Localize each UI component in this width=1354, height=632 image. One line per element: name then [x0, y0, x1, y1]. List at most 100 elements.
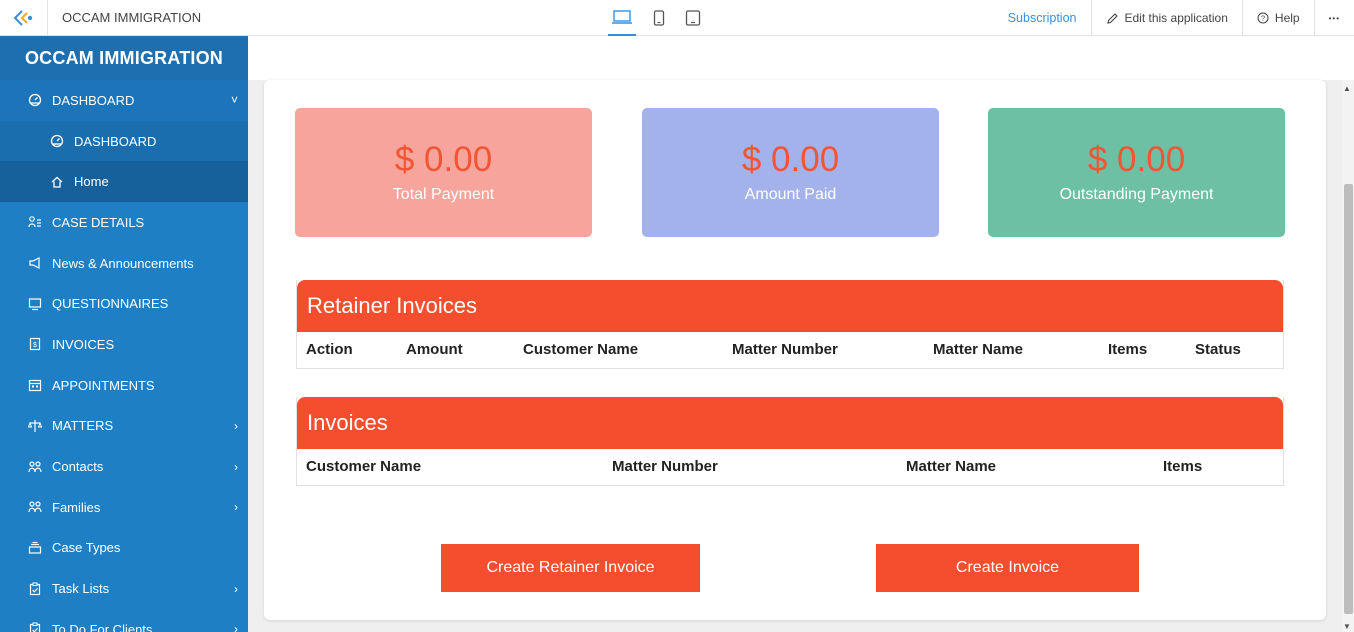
sidebar-item-matters[interactable]: MATTERS › [0, 406, 248, 447]
families-icon [26, 500, 44, 514]
phone-icon [653, 9, 665, 26]
column-header[interactable]: Customer Name [523, 341, 638, 358]
column-header[interactable]: Customer Name [306, 458, 421, 475]
chevron-right-icon: › [234, 418, 238, 433]
sidebar-item-dashboard-group[interactable]: DASHBOARD ˅ [0, 80, 248, 121]
clipboard-icon [26, 622, 44, 632]
clipboard-icon [26, 582, 44, 596]
sidebar-item-label: DASHBOARD [74, 133, 157, 149]
invoices-title: Invoices [297, 397, 1283, 449]
sidebar-item-label: Contacts [52, 459, 104, 475]
outstanding-payment-amount: $ 0.00 [1087, 140, 1186, 180]
help-icon: ? [1257, 12, 1269, 24]
tablet-icon [685, 9, 701, 26]
dashboard-icon [26, 93, 44, 107]
subscription-link[interactable]: Subscription [994, 0, 1091, 36]
help-button[interactable]: ? Help [1241, 0, 1314, 36]
column-header[interactable]: Items [1163, 458, 1202, 475]
sidebar-item-label: INVOICES [52, 336, 115, 352]
chevron-right-icon: › [234, 459, 238, 474]
case-types-icon [26, 541, 44, 555]
sidebar-item-label: CASE DETAILS [52, 214, 145, 230]
edit-application-label: Edit this application [1124, 11, 1228, 25]
sidebar-item-news[interactable]: News & Announcements [0, 243, 248, 284]
sidebar-title: OCCAM IMMIGRATION [0, 36, 248, 80]
contacts-icon [26, 460, 44, 474]
column-header[interactable]: Status [1195, 341, 1241, 358]
top-right-actions: Subscription Edit this application ? Hel… [994, 0, 1354, 36]
content-header [248, 36, 1342, 80]
sidebar-item-case-types[interactable]: Case Types [0, 528, 248, 569]
pencil-icon [1106, 12, 1118, 24]
tablet-view-button[interactable] [682, 0, 704, 36]
retainer-invoices-header-row: Action Amount Customer Name Matter Numbe… [297, 332, 1283, 368]
sidebar-item-home[interactable]: Home [0, 161, 248, 203]
svg-text:$: $ [33, 342, 37, 349]
sidebar-item-invoices[interactable]: $ INVOICES [0, 324, 248, 365]
sidebar: OCCAM IMMIGRATION DASHBOARD ˅ DASHBOARD … [0, 36, 248, 632]
edit-application-button[interactable]: Edit this application [1090, 0, 1242, 36]
device-preview-switcher [608, 0, 704, 36]
sidebar-item-label: Task Lists [52, 581, 110, 597]
megaphone-icon [26, 256, 44, 270]
case-details-icon [26, 215, 44, 229]
svg-text:?: ? [1261, 14, 1265, 23]
scroll-up-icon[interactable]: ▲ [1343, 84, 1351, 93]
sidebar-item-task-lists[interactable]: Task Lists › [0, 568, 248, 609]
home-icon [48, 175, 66, 189]
retainer-invoices-table: Retainer Invoices Action Amount Customer… [296, 280, 1284, 369]
sidebar-item-label: Home [74, 174, 109, 190]
sidebar-item-label: Case Types [52, 540, 121, 556]
invoice-icon: $ [26, 337, 44, 351]
sidebar-item-label: MATTERS [52, 418, 114, 434]
column-header[interactable]: Matter Name [906, 458, 996, 475]
invoices-header-row: Customer Name Matter Number Matter Name … [297, 449, 1283, 485]
matters-icon [26, 419, 44, 433]
dashboard-icon [48, 134, 66, 148]
column-header[interactable]: Items [1108, 341, 1147, 358]
help-label: Help [1274, 11, 1300, 25]
outstanding-payment-label: Outstanding Payment [1059, 185, 1214, 203]
column-header[interactable]: Amount [406, 341, 463, 358]
sidebar-item-appointments[interactable]: APPOINTMENTS [0, 365, 248, 406]
sidebar-item-questionnaires[interactable]: QUESTIONNAIRES [0, 283, 248, 324]
scrollbar-thumb[interactable] [1344, 184, 1353, 614]
column-header[interactable]: Action [306, 341, 353, 358]
top-bar: OCCAM IMMIGRATION Subscription Edit this… [0, 0, 1354, 36]
total-payment-label: Total Payment [392, 185, 495, 203]
amount-paid-label: Amount Paid [744, 185, 837, 203]
sidebar-item-label: QUESTIONNAIRES [52, 296, 169, 312]
amount-paid-amount: $ 0.00 [741, 140, 840, 180]
sidebar-item-case-details[interactable]: CASE DETAILS [0, 202, 248, 243]
column-header[interactable]: Matter Number [612, 458, 718, 475]
sidebar-item-contacts[interactable]: Contacts › [0, 446, 248, 487]
chevron-down-icon: ˅ [230, 93, 238, 108]
sidebar-item-label: To Do For Clients [52, 621, 153, 632]
calendar-icon [26, 378, 44, 392]
chevron-right-icon: › [234, 581, 238, 596]
column-header[interactable]: Matter Name [933, 341, 1023, 358]
retainer-invoices-title: Retainer Invoices [297, 280, 1283, 332]
sidebar-item-families[interactable]: Families › [0, 487, 248, 528]
sidebar-item-label: Families [52, 499, 101, 515]
mobile-view-button[interactable] [650, 0, 668, 36]
invoices-table: Invoices Customer Name Matter Number Mat… [296, 397, 1284, 486]
create-invoice-button[interactable]: Create Invoice [876, 544, 1139, 592]
total-payment-card: $ 0.00 Total Payment [295, 108, 592, 237]
scroll-down-icon[interactable]: ▼ [1343, 622, 1351, 631]
desktop-view-button[interactable] [608, 0, 636, 36]
back-logo-button[interactable] [0, 0, 48, 36]
column-header[interactable]: Matter Number [732, 341, 838, 358]
amount-paid-card: $ 0.00 Amount Paid [642, 108, 939, 237]
chevron-right-icon: › [234, 500, 238, 515]
create-retainer-invoice-button[interactable]: Create Retainer Invoice [441, 544, 700, 592]
monitor-icon [26, 297, 44, 311]
total-payment-amount: $ 0.00 [394, 140, 493, 180]
laptop-icon [612, 9, 632, 24]
sidebar-item-to-do-for-clients[interactable]: To Do For Clients › [0, 609, 248, 632]
sidebar-item-label: News & Announcements [52, 255, 194, 271]
sidebar-item-dashboard[interactable]: DASHBOARD [0, 120, 248, 162]
outstanding-payment-card: $ 0.00 Outstanding Payment [988, 108, 1285, 237]
more-menu-button[interactable]: ••• [1313, 0, 1354, 36]
sidebar-item-label: APPOINTMENTS [52, 377, 155, 393]
